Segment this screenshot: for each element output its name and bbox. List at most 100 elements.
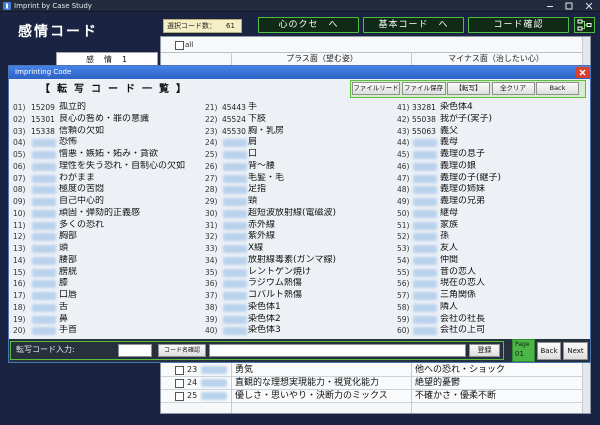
code-list-item[interactable]: 47) 義理の子(継子)	[397, 173, 587, 185]
code-list-item[interactable]: 07) わがまま	[13, 173, 203, 185]
code-list-item[interactable]: 56) 現在の恋人	[397, 278, 587, 290]
code-list-item[interactable]: 29) 頸	[205, 196, 395, 208]
code-list-item[interactable]: 30) 超短波放射線(電磁波)	[205, 208, 395, 220]
code-list-item[interactable]: 23) 45530 胸・乳房	[205, 126, 395, 138]
list-item-text: 昔の恋人	[440, 266, 477, 277]
code-list-item[interactable]: 48) 義理の姉妹	[397, 184, 587, 196]
minimize-icon[interactable]	[541, 0, 559, 12]
code-list-item[interactable]: 14) 腰部	[13, 255, 203, 267]
page-next-button[interactable]: Next	[563, 341, 588, 360]
redacted-code	[223, 151, 247, 159]
file-save-button[interactable]: ファイル保存	[401, 81, 446, 95]
list-item-number: 26)	[205, 161, 218, 171]
list-item-text: コバルト熱傷	[248, 290, 303, 300]
code-list-item[interactable]: 43) 55063 義父	[397, 126, 587, 138]
list-item-number: 58)	[397, 302, 410, 312]
code-check-nav-button[interactable]: コード確認	[468, 17, 569, 33]
redacted-code	[223, 268, 247, 277]
imprint-button[interactable]: 【転写】	[447, 81, 490, 95]
code-list-item[interactable]: 22) 45524 下肢	[205, 114, 395, 126]
code-list-item[interactable]: 09) 自己中心的	[13, 196, 203, 208]
page-back-button[interactable]: Back	[537, 341, 561, 360]
redacted-code	[223, 162, 247, 171]
row-checkbox[interactable]	[175, 379, 184, 388]
code-list-item[interactable]: 28) 足指	[205, 184, 395, 196]
code-name-field[interactable]	[209, 343, 466, 357]
code-list-item[interactable]: 59) 会社の社長	[397, 314, 587, 326]
code-list-item[interactable]: 36) ラジウム熱傷	[205, 278, 395, 290]
code-list-item[interactable]: 34) 放射線毒素(ガンマ線)	[205, 255, 395, 267]
code-list-item[interactable]: 49) 義理の兄弟	[397, 196, 587, 208]
redacted-code	[32, 256, 56, 265]
code-list-item[interactable]: 08) 極度の苦悶	[13, 184, 203, 196]
code-list-item[interactable]: 45) 義理の息子	[397, 149, 587, 161]
code-list-item[interactable]: 27) 毛髪・毛	[205, 173, 395, 185]
code-list-item[interactable]: 01) 15209 孤立的	[13, 102, 203, 114]
check-code-name-button[interactable]: コード名確認	[158, 343, 206, 357]
code-list-item[interactable]: 38) 染色体1	[205, 302, 395, 314]
maximize-icon[interactable]	[560, 0, 578, 12]
code-list-item[interactable]: 11) 多くの恐れ	[13, 220, 203, 232]
code-list-item[interactable]: 06) 理性を失う恐れ・自制心の欠如	[13, 161, 203, 173]
code-list-item[interactable]: 39) 染色体2	[205, 314, 395, 326]
code-list-item[interactable]: 58) 隣人	[397, 302, 587, 314]
network-button[interactable]	[574, 17, 595, 33]
code-list-item[interactable]: 40) 染色体3	[205, 325, 395, 337]
code-list-item[interactable]: 18) 舌	[13, 302, 203, 314]
clear-all-button[interactable]: 全クリア	[491, 81, 535, 95]
code-list-item[interactable]: 60) 会社の上司	[397, 325, 587, 337]
file-read-button[interactable]: ファイルリード	[352, 81, 400, 95]
code-input[interactable]	[118, 343, 152, 357]
code-list-item[interactable]: 52) 孫	[397, 231, 587, 243]
toolbar-back-button[interactable]: Back	[536, 81, 579, 95]
code-list-item[interactable]: 31) 赤外線	[205, 220, 395, 232]
code-list-item[interactable]: 53) 友人	[397, 243, 587, 255]
row-checkbox[interactable]	[175, 366, 184, 375]
code-list-item[interactable]: 44) 義母	[397, 137, 587, 149]
code-list-item[interactable]: 32) 紫外線	[205, 231, 395, 243]
code-list-item[interactable]: 02) 15301 良心の咎め・罪の意識	[13, 114, 203, 126]
code-list-item[interactable]: 05) 憎悪・嫉妬・妬み・貪欲	[13, 149, 203, 161]
code-list-item[interactable]: 55) 昔の恋人	[397, 267, 587, 279]
close-icon[interactable]	[580, 0, 598, 12]
code-list-item[interactable]: 13) 頭	[13, 243, 203, 255]
list-item-number: 35)	[205, 267, 218, 277]
list-item-text: 三角関係	[440, 290, 477, 300]
code-list-item[interactable]: 35) レントゲン焼け	[205, 267, 395, 279]
plus-column-header: プラス面（望む姿）	[286, 54, 358, 63]
list-item-number: 39)	[205, 314, 218, 324]
code-list-item[interactable]: 16) 膝	[13, 278, 203, 290]
code-list-item[interactable]: 24) 肩	[205, 137, 395, 149]
basic-code-nav-button[interactable]: 基本コード へ	[363, 17, 464, 33]
list-item-number: 11)	[13, 220, 26, 230]
list-item-text: 極度の苦悶	[59, 184, 105, 195]
code-list-item[interactable]: 41) 33281 染色体4	[397, 102, 587, 114]
code-list-item[interactable]: 57) 三角関係	[397, 290, 587, 302]
code-list-item[interactable]: 26) 背〜腰	[205, 161, 395, 173]
code-list-item[interactable]: 33) X線	[205, 243, 395, 255]
list-item-number: 32)	[205, 232, 218, 242]
code-list-item[interactable]: 19) 鼻	[13, 314, 203, 326]
code-list-item[interactable]: 20) 手首	[13, 325, 203, 337]
code-list-item[interactable]: 54) 仲間	[397, 255, 587, 267]
code-list-item[interactable]: 04) 恐怖	[13, 137, 203, 149]
code-list-item[interactable]: 25) 口	[205, 149, 395, 161]
code-list-item[interactable]: 46) 義理の娘	[397, 161, 587, 173]
code-list-item[interactable]: 42) 55038 我が子(実子)	[397, 114, 587, 126]
select-all-checkbox[interactable]	[175, 41, 184, 50]
list-item-code: 15209	[31, 103, 55, 112]
code-list-item[interactable]: 17) 口唇	[13, 290, 203, 302]
code-list-item[interactable]: 03) 15338 信頼の欠如	[13, 126, 203, 138]
redacted-code	[413, 174, 437, 183]
code-list-item[interactable]: 10) 頑固・弾劾的正義感	[13, 208, 203, 220]
dialog-close-button[interactable]	[576, 67, 589, 78]
code-list-item[interactable]: 50) 継母	[397, 208, 587, 220]
code-list-item[interactable]: 51) 家族	[397, 220, 587, 232]
code-list-item[interactable]: 21) 45443 手	[205, 102, 395, 114]
register-button[interactable]: 登録	[469, 343, 500, 357]
code-list-item[interactable]: 15) 膀胱	[13, 267, 203, 279]
row-checkbox[interactable]	[175, 392, 184, 401]
code-list-item[interactable]: 12) 胸部	[13, 231, 203, 243]
code-list-item[interactable]: 37) コバルト熱傷	[205, 290, 395, 302]
habit-nav-button[interactable]: 心のクセ へ	[258, 17, 359, 33]
